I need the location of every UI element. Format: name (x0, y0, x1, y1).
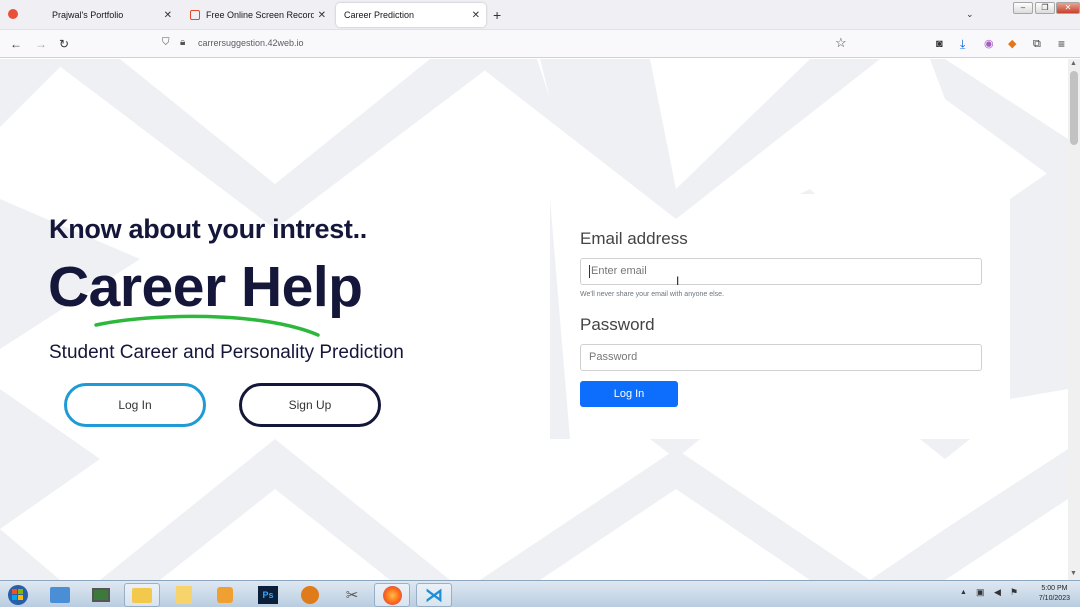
back-icon[interactable]: ← (10, 36, 22, 52)
lock-icon: 🔒︎ (180, 37, 186, 48)
minimize-icon[interactable]: – (1013, 2, 1033, 14)
scroll-up-icon[interactable]: ▲ (1070, 60, 1077, 67)
hero-login-button[interactable]: Log In (64, 383, 206, 427)
email-label: Email address (580, 229, 688, 248)
new-tab-icon[interactable]: + (493, 7, 501, 23)
close-window-icon[interactable]: ✕ (1056, 2, 1080, 14)
clock-date: 7/10/2023 (1038, 595, 1070, 602)
scroll-thumb[interactable] (1070, 71, 1078, 145)
tab-screen-recorder[interactable]: Free Online Screen Recorder & ✕ (182, 3, 332, 27)
tray-arrow-icon[interactable]: ▲ (960, 589, 967, 596)
taskbar-photoshop[interactable]: Ps (250, 583, 286, 607)
documents-icon (176, 586, 192, 604)
browser-tab-bar: Prajwal's Portfolio ✕ Free Online Screen… (0, 0, 1080, 30)
monitor-icon (92, 588, 110, 602)
taskbar-explorer[interactable] (124, 583, 160, 607)
taskbar: Ps ✂ ⋊ ▲ ▣ ◀ ⚑ 5:00 PM 7/10/2023 (0, 580, 1080, 607)
vscode-icon: ⋊ (425, 584, 443, 605)
tab-label: Prajwal's Portfolio (52, 10, 124, 20)
firefox-view-icon[interactable] (8, 9, 18, 19)
forward-icon[interactable]: → (35, 36, 47, 52)
tab-portfolio[interactable]: Prajwal's Portfolio ✕ (28, 3, 178, 27)
email-placeholder: Enter email (591, 265, 647, 277)
folder-icon (132, 587, 152, 603)
extensions-puzzle-icon[interactable]: ⧉ (1033, 36, 1041, 52)
menu-icon[interactable]: ≡ (1058, 36, 1065, 52)
login-submit-button[interactable]: Log In (580, 381, 678, 407)
scissors-icon: ✂ (345, 587, 359, 604)
password-placeholder: Password (589, 351, 638, 363)
reload-icon[interactable]: ↻ (59, 36, 69, 52)
taskbar-control-panel[interactable] (42, 583, 78, 607)
shield-icon: ⛉ (162, 37, 170, 48)
text-caret (589, 264, 590, 278)
taskbar-snipping-tool[interactable]: ✂ (334, 583, 370, 607)
bookmark-star-icon[interactable]: ☆ (835, 35, 847, 51)
page-content: Know about your intrest.. Career Help St… (0, 59, 1068, 580)
clock-time: 5:00 PM (1041, 585, 1068, 592)
taskbar-fl-studio[interactable] (292, 583, 328, 607)
url-text: carrersuggestion.42web.io (198, 38, 304, 48)
tray-flag-icon[interactable]: ⚑ (1010, 587, 1018, 598)
navigation-toolbar: ← → ↻ ⛉ 🔒︎ carrersuggestion.42web.io ☆ ◙… (0, 30, 1080, 58)
email-help-text: We'll never share your email with anyone… (580, 291, 724, 298)
taskbar-clock[interactable]: 5:00 PM 7/10/2023 (1039, 584, 1070, 604)
windows-logo-icon (8, 585, 28, 605)
tray-network-icon[interactable]: ▣ (976, 587, 985, 598)
scroll-down-icon[interactable]: ▼ (1070, 570, 1077, 577)
tray-volume-icon[interactable]: ◀ (994, 587, 1001, 598)
subtitle: Student Career and Personality Predictio… (49, 342, 404, 363)
vertical-scrollbar[interactable]: ▲ ▼ (1068, 59, 1080, 580)
close-tab-icon[interactable]: ✕ (164, 10, 172, 21)
green-swoosh (94, 314, 320, 337)
taskbar-monitor[interactable] (83, 583, 119, 607)
metamask-icon[interactable]: ◆ (1008, 36, 1016, 52)
hero-signup-button[interactable]: Sign Up (239, 383, 381, 427)
mouse-cursor-icon: I (676, 274, 680, 288)
tab-label: Career Prediction (344, 10, 415, 20)
address-bar[interactable]: ⛉ 🔒︎ carrersuggestion.42web.io ☆ (156, 33, 850, 55)
firefox-icon (382, 585, 402, 605)
close-tab-icon[interactable]: ✕ (472, 10, 480, 21)
tab-label: Free Online Screen Recorder & (206, 10, 314, 20)
portfolio-favicon-icon (36, 10, 46, 20)
downloads-icon[interactable]: ⤓ (960, 36, 965, 52)
restore-icon[interactable]: ❐ (1035, 2, 1055, 14)
photoshop-icon: Ps (258, 586, 278, 604)
recorder-favicon-icon (190, 10, 200, 20)
taskbar-vscode[interactable]: ⋊ (416, 583, 452, 607)
taskbar-firefox[interactable] (374, 583, 410, 607)
taskbar-files[interactable] (166, 583, 202, 607)
fl-studio-icon (301, 586, 319, 604)
start-button[interactable] (2, 583, 34, 607)
email-field[interactable]: Enter email (580, 258, 982, 285)
taskbar-media-player[interactable] (207, 583, 243, 607)
extension-icon[interactable]: ◉ (984, 36, 994, 52)
tab-career-prediction[interactable]: Career Prediction ✕ (336, 3, 486, 27)
list-all-tabs-icon[interactable]: ⌄ (966, 9, 974, 20)
password-field[interactable]: Password (580, 344, 982, 371)
tagline: Know about your intrest.. (49, 214, 368, 244)
control-panel-icon (50, 587, 70, 603)
pocket-icon[interactable]: ◙ (936, 36, 943, 52)
close-tab-icon[interactable]: ✕ (318, 10, 326, 21)
media-player-icon (217, 587, 233, 603)
password-label: Password (580, 315, 655, 334)
